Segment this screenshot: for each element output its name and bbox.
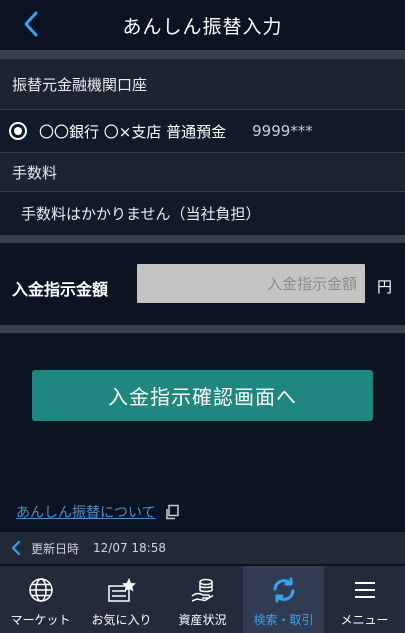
amount-row: 入金指示金額 円 bbox=[0, 252, 405, 325]
update-bar: 更新日時 12/07 18:58 bbox=[0, 532, 405, 564]
tab-menu[interactable]: メニュー bbox=[324, 566, 405, 633]
tab-label: 資産状況 bbox=[178, 613, 227, 627]
tab-search-trade[interactable]: 検索・取引 bbox=[243, 566, 324, 633]
source-account-section-header: 振替元金融機関口座 bbox=[0, 59, 405, 109]
favorites-icon bbox=[107, 575, 137, 605]
page-title: あんしん振替入力 bbox=[122, 15, 283, 38]
trade-arrows-icon bbox=[269, 575, 299, 605]
header-bar: あんしん振替入力 bbox=[0, 0, 405, 50]
coins-icon bbox=[188, 575, 218, 605]
tab-assets[interactable]: 資産状況 bbox=[162, 566, 243, 633]
amount-input[interactable] bbox=[137, 264, 365, 303]
amount-label: 入金指示金額 bbox=[12, 280, 109, 299]
globe-icon bbox=[26, 575, 56, 605]
copy-icon bbox=[164, 504, 180, 520]
about-anshin-link[interactable]: あんしん振替について bbox=[16, 502, 180, 522]
fee-description-row: 手数料はかかりません（当社負担） bbox=[0, 192, 405, 235]
tab-market[interactable]: マーケット bbox=[0, 566, 81, 633]
chevron-left-icon bbox=[24, 11, 38, 37]
tab-label: 検索・取引 bbox=[253, 613, 314, 627]
bottom-tab-bar: マーケット お気に入り 資産状況 検索・取引 メニュー bbox=[0, 566, 405, 633]
section-divider bbox=[0, 325, 405, 333]
confirm-deposit-button[interactable]: 入金指示確認画面へ bbox=[32, 370, 373, 421]
tab-label: マーケット bbox=[10, 613, 71, 627]
menu-icon bbox=[350, 575, 380, 605]
section-divider bbox=[0, 235, 405, 243]
update-label: 更新日時 bbox=[31, 541, 80, 556]
update-time: 12/07 18:58 bbox=[93, 541, 166, 555]
radio-selected-icon[interactable] bbox=[9, 122, 27, 140]
currency-unit: 円 bbox=[377, 278, 393, 296]
section-divider bbox=[0, 50, 405, 59]
account-name: 〇〇銀行 〇×支店 普通預金 bbox=[39, 122, 227, 141]
fee-section-header: 手数料 bbox=[0, 153, 405, 191]
fee-description: 手数料はかかりません（当社負担） bbox=[21, 205, 261, 223]
source-account-label: 振替元金融機関口座 bbox=[12, 75, 148, 94]
tab-favorites[interactable]: お気に入り bbox=[81, 566, 162, 633]
tab-label: メニュー bbox=[340, 613, 389, 627]
chevron-left-icon[interactable] bbox=[11, 540, 21, 556]
back-button[interactable] bbox=[16, 9, 46, 39]
tab-label: お気に入り bbox=[91, 613, 152, 627]
about-link-label: あんしん振替について bbox=[16, 505, 156, 521]
fee-label: 手数料 bbox=[12, 163, 58, 182]
account-option[interactable]: 〇〇銀行 〇×支店 普通預金 9999*** bbox=[0, 110, 405, 152]
account-number: 9999*** bbox=[252, 122, 313, 140]
